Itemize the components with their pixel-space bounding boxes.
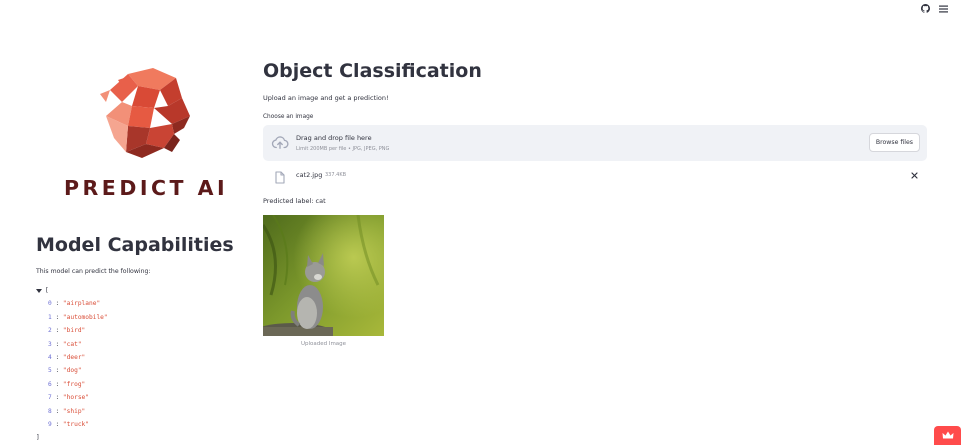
uploaded-image	[263, 215, 384, 336]
close-icon[interactable]	[909, 170, 919, 180]
browse-files-button[interactable]: Browse files	[868, 133, 920, 152]
main-content: Object Classification Upload an image an…	[263, 0, 928, 445]
json-item: 8 : "ship"	[48, 407, 86, 415]
json-value: "deer"	[62, 354, 86, 362]
json-item: 0 : "airplane"	[48, 300, 101, 308]
json-item: 9 : "truck"	[48, 421, 89, 429]
json-item: 4 : "deer"	[48, 354, 86, 362]
file-size: 337.4KB	[325, 172, 347, 178]
file-icon	[275, 169, 285, 184]
polygonal-head-logo	[98, 68, 194, 160]
json-value: "dog"	[62, 367, 82, 375]
prediction-result: Predicted label: cat	[263, 197, 326, 205]
json-expand-toggle[interactable]: [	[36, 284, 108, 297]
cloud-upload-icon	[271, 134, 289, 152]
dropzone-instruction: Drag and drop file here	[296, 134, 372, 142]
json-item: 1 : "automobile"	[48, 313, 108, 321]
image-caption: Uploaded Image	[300, 341, 347, 347]
file-dropzone[interactable]: Drag and drop file here Limit 200MB per …	[263, 125, 927, 161]
json-item: 2 : "bird"	[48, 327, 86, 335]
json-item: 5 : "dog"	[48, 367, 82, 375]
sidebar: PREDICT AI Model Capabilities This model…	[0, 0, 245, 445]
json-item: 7 : "horse"	[48, 394, 89, 402]
dropzone-limits: Limit 200MB per file • JPG, JPEG, PNG	[296, 146, 390, 152]
json-open-bracket: [	[45, 287, 49, 294]
json-value: "frog"	[62, 380, 86, 388]
json-item: 6 : "frog"	[48, 380, 86, 388]
brand-wordmark: PREDICT AI	[64, 176, 229, 200]
collapse-triangle-icon[interactable]	[36, 288, 42, 293]
crown-badge-icon[interactable]	[934, 426, 961, 445]
json-value: "horse"	[62, 394, 89, 402]
capabilities-heading: Model Capabilities	[36, 234, 234, 256]
intro-text: Upload an image and get a prediction!	[263, 94, 389, 102]
json-item: 3 : "cat"	[48, 340, 82, 348]
page-title: Object Classification	[263, 60, 482, 82]
json-value: "airplane"	[62, 300, 101, 308]
capabilities-description: This model can predict the following:	[36, 268, 151, 275]
json-value: "ship"	[62, 407, 86, 415]
json-value: "bird"	[62, 327, 86, 335]
uploaded-file-row: cat2.jpg 337.4KB	[263, 168, 927, 185]
json-value: "automobile"	[62, 313, 108, 321]
json-value: "truck"	[62, 421, 89, 429]
uploader-label: Choose an image	[263, 114, 314, 120]
hamburger-menu-icon[interactable]	[938, 3, 949, 14]
file-name: cat2.jpg	[296, 171, 323, 179]
json-close-bracket: ]	[36, 434, 40, 442]
classes-json-viewer: [ 0 : "airplane" 1 : "automobile" 2 : "b…	[36, 284, 108, 445]
json-value: "cat"	[62, 340, 82, 348]
